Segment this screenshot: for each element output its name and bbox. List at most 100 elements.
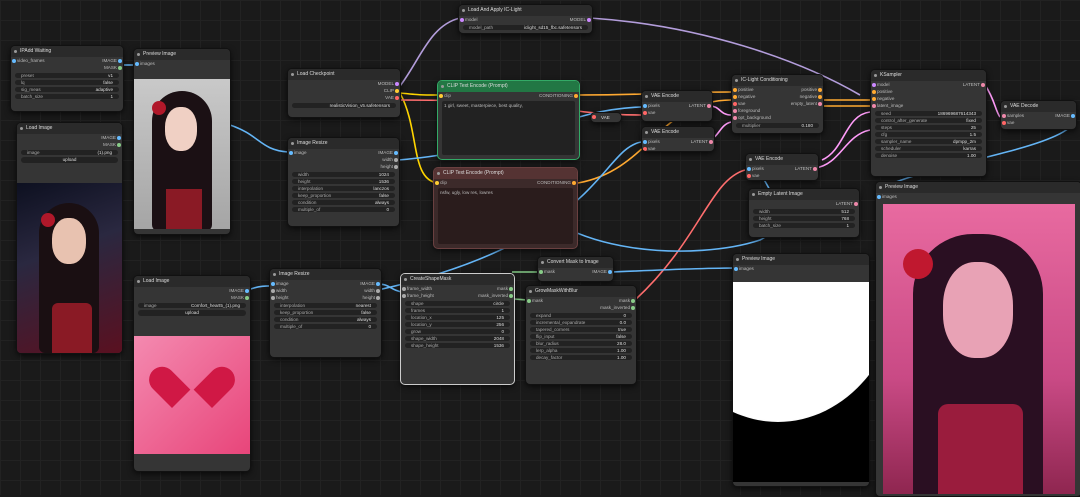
widget[interactable]: interpolation lanczos [292, 185, 395, 191]
widget[interactable]: location_y 256 [405, 321, 510, 327]
input-slot[interactable] [539, 269, 543, 274]
widget[interactable]: lerp_alpha 1.00 [530, 347, 632, 353]
ckpt-select[interactable]: realisticVision_v5.safetensors [292, 102, 396, 108]
node-convert-mask-to-image[interactable]: Convert Mask to Image mask IMAGE [537, 256, 614, 282]
output-slot[interactable] [394, 150, 398, 155]
node-preview-image-result[interactable]: Preview Image images [875, 181, 1080, 497]
upload-button[interactable]: upload [138, 309, 246, 316]
widget[interactable]: expand 0 [530, 312, 632, 318]
node-image-resize-2[interactable]: Image Resize image IMAGE width width heigh… [269, 268, 382, 358]
node-preview-image-1[interactable]: Preview Image images [133, 48, 231, 235]
widget[interactable]: frames 1 [405, 307, 510, 313]
widget[interactable]: batch_size 1 [15, 93, 119, 99]
output-slot[interactable] [376, 295, 380, 300]
widget[interactable]: batch_size 1 [753, 222, 855, 228]
input-slot[interactable] [271, 281, 275, 286]
input-slot[interactable] [872, 82, 876, 87]
node-load-image-2[interactable]: Load Image IMAGE MASK image Comfort_heart… [133, 275, 251, 472]
widget[interactable]: keep_proportion false [274, 309, 377, 315]
widget[interactable]: interpolation nearest [274, 302, 377, 308]
widget[interactable]: lq false [15, 79, 119, 85]
node-create-shape-mask[interactable]: CreateShapeMask frame_width mask frame_he… [400, 273, 515, 385]
widget[interactable]: sampler_name dpmpp_2m [875, 138, 982, 144]
widget[interactable]: condition always [292, 199, 395, 205]
output-slot[interactable] [631, 298, 635, 303]
widget[interactable]: scheduler karras [875, 145, 982, 151]
input-slot[interactable] [734, 266, 738, 271]
widget[interactable]: shape circle [405, 300, 510, 306]
output-slot[interactable] [117, 135, 121, 140]
node-vae-encode-2[interactable]: VAE Encode pixels LATENT vae [641, 126, 715, 152]
input-slot[interactable] [733, 108, 737, 113]
output-slot[interactable] [395, 81, 399, 86]
node-load-image-1[interactable]: Load Image IMAGE MASK image (1).png uploa… [16, 122, 123, 354]
input-slot[interactable] [733, 94, 737, 99]
input-slot[interactable] [733, 101, 737, 106]
output-slot[interactable] [631, 305, 635, 310]
output-slot[interactable] [395, 95, 399, 100]
widget[interactable]: tapered_corners true [530, 326, 632, 332]
input-slot[interactable] [733, 87, 737, 92]
multiplier-widget[interactable]: multiplier 0.180 [736, 122, 819, 128]
input-slot[interactable] [592, 114, 596, 119]
node-iclight-conditioning[interactable]: IC-Light Conditioning positive positive n… [731, 74, 824, 134]
output-slot[interactable] [509, 286, 513, 291]
output-slot[interactable] [117, 142, 121, 147]
input-slot[interactable] [872, 103, 876, 108]
input-slot[interactable] [1002, 120, 1006, 125]
upload-button[interactable]: upload [21, 156, 118, 163]
widget[interactable]: multiple_of 0 [292, 206, 395, 212]
node-ksampler[interactable]: KSampler model LATENT positive negative l… [870, 69, 987, 177]
widget[interactable]: flip_input false [530, 333, 632, 339]
input-slot[interactable] [12, 58, 16, 63]
widget[interactable]: control_after_generate fixed [875, 117, 982, 123]
input-slot[interactable] [402, 286, 406, 291]
widget[interactable]: denoise 1.00 [875, 152, 982, 158]
widget[interactable]: height 768 [753, 215, 855, 221]
output-slot[interactable] [709, 139, 713, 144]
widget[interactable]: multiple_of 0 [274, 323, 377, 329]
output-slot[interactable] [245, 288, 249, 293]
output-slot[interactable] [376, 281, 380, 286]
node-vae-encode-1[interactable]: VAE Encode pixels LATENT vae [641, 90, 713, 122]
input-slot[interactable] [872, 96, 876, 101]
widget[interactable]: keep_proportion false [292, 192, 395, 198]
output-slot[interactable] [245, 295, 249, 300]
widget[interactable]: shape_width 2048 [405, 335, 510, 341]
widget[interactable]: condition always [274, 316, 377, 322]
input-slot[interactable] [1002, 113, 1006, 118]
output-slot[interactable] [376, 288, 380, 293]
output-slot[interactable] [608, 269, 612, 274]
input-slot[interactable] [460, 17, 464, 22]
output-slot[interactable] [707, 103, 711, 108]
widget[interactable]: cfg 1.5 [875, 131, 982, 137]
output-slot[interactable] [509, 293, 513, 298]
output-slot[interactable] [118, 65, 122, 70]
widget[interactable]: preset v1 [15, 72, 119, 78]
input-slot[interactable] [271, 295, 275, 300]
input-slot[interactable] [435, 180, 439, 185]
input-slot[interactable] [872, 89, 876, 94]
node-ipadd[interactable]: IPAdd Waiting video_frames IMAGE MASK pre… [10, 45, 124, 112]
widget[interactable]: grow 0 [405, 328, 510, 334]
widget[interactable]: width 512 [753, 208, 855, 214]
output-slot[interactable] [813, 166, 817, 171]
output-slot[interactable] [818, 87, 822, 92]
node-vae-decode[interactable]: VAE Decode samples IMAGE vae [1000, 100, 1077, 130]
widget[interactable]: steps 25 [875, 124, 982, 130]
image-select[interactable]: image Comfort_heart5_(1).png [138, 302, 246, 308]
node-vae-reroute[interactable]: VAE [590, 112, 622, 123]
node-clip-positive[interactable]: CLIP Text Encode (Prompt) clip CONDITIONI… [437, 80, 580, 160]
widget[interactable]: height 1536 [292, 178, 395, 184]
node-load-checkpoint[interactable]: Load Checkpoint MODEL CLIP VAE realistic… [287, 68, 401, 118]
input-slot[interactable] [877, 194, 881, 199]
output-slot[interactable] [818, 94, 822, 99]
input-slot[interactable] [643, 103, 647, 108]
output-slot[interactable] [587, 17, 591, 22]
input-slot[interactable] [289, 150, 293, 155]
output-slot[interactable] [574, 93, 578, 98]
widget[interactable]: blur_radius 28.0 [530, 340, 632, 346]
input-slot[interactable] [439, 93, 443, 98]
output-slot[interactable] [572, 180, 576, 185]
node-empty-latent[interactable]: Empty Latent Image LATENT width 512 heigh… [748, 188, 860, 238]
